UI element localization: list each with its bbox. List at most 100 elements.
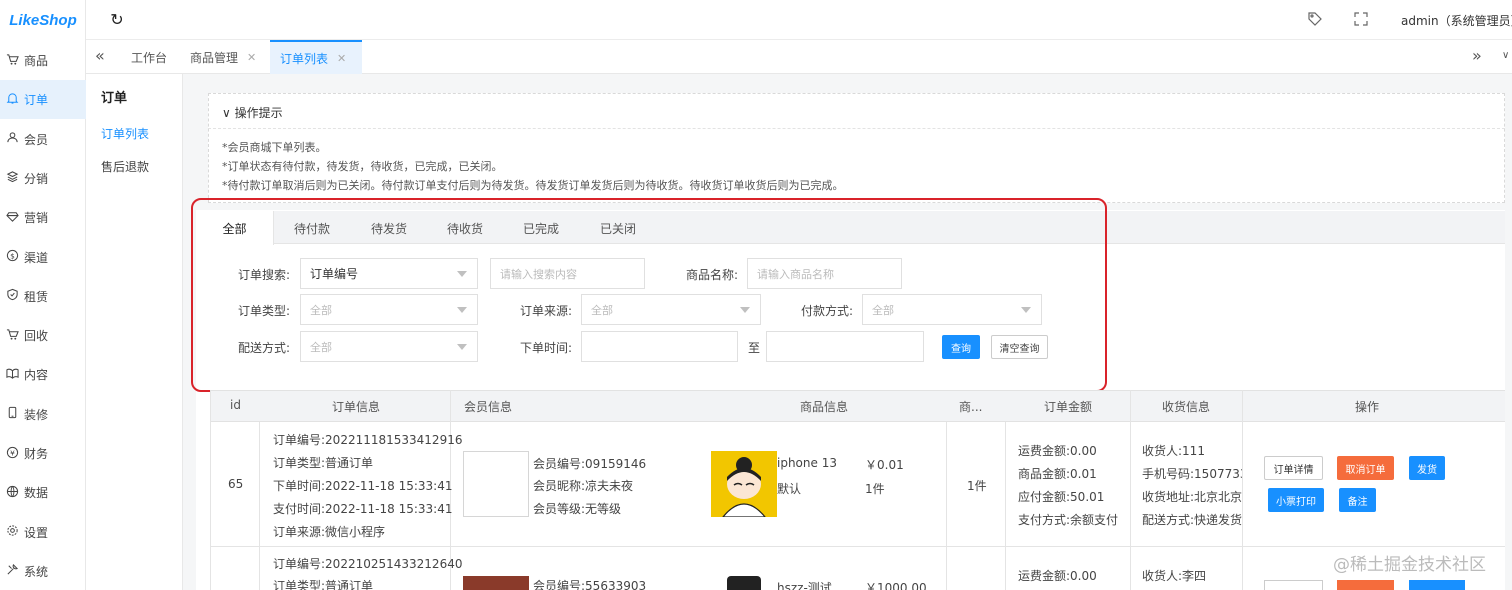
member-info-line: 会员编号:09159146 bbox=[533, 457, 647, 471]
tips-title: 操作提示 bbox=[234, 106, 283, 120]
bell-icon bbox=[6, 92, 24, 108]
fullscreen-icon[interactable] bbox=[1354, 12, 1368, 26]
close-icon[interactable]: ✕ bbox=[337, 52, 346, 65]
table-border bbox=[210, 390, 211, 590]
delivery-select[interactable]: 全部 bbox=[300, 331, 478, 362]
scroll-left-icon[interactable]: « bbox=[95, 46, 105, 65]
table-border bbox=[1242, 390, 1243, 590]
sub-nav-refunds[interactable]: 售后退款 bbox=[101, 158, 149, 175]
caret-down-icon bbox=[457, 271, 467, 277]
page-tab-dashboard[interactable]: 工作台 bbox=[121, 40, 177, 74]
sidebar-item-label: 租赁 bbox=[24, 289, 49, 304]
member-avatar bbox=[463, 451, 529, 517]
order-time-end-input[interactable] bbox=[766, 331, 924, 362]
sidebar-item[interactable]: 营销 bbox=[0, 198, 86, 237]
order-info-line: 下单时间:2022-11-18 15:33:41 bbox=[273, 479, 453, 493]
chevron-down-icon[interactable]: ∨ bbox=[1502, 50, 1509, 61]
page-tab-orders[interactable]: 订单列表 ✕ bbox=[270, 40, 362, 74]
product-name-input[interactable]: 请输入商品名称 bbox=[747, 258, 902, 289]
caret-down-icon bbox=[457, 307, 467, 313]
close-icon[interactable]: ✕ bbox=[247, 51, 256, 64]
to-label: 至 bbox=[748, 341, 761, 355]
sidebar-item[interactable]: 设置 bbox=[0, 513, 86, 552]
product-price: ￥1000.00 bbox=[865, 581, 927, 590]
order-detail-button[interactable] bbox=[1264, 580, 1323, 590]
pay-method-select[interactable]: 全部 bbox=[862, 294, 1042, 325]
order-info-line: 订单类型:普通订单 bbox=[273, 456, 374, 470]
tip-line: *订单状态有待付款，待发货，待收货，已完成，已关闭。 bbox=[222, 160, 503, 173]
scroll-right-icon[interactable]: » bbox=[1472, 46, 1482, 65]
sidebar-item[interactable]: 数据 bbox=[0, 473, 86, 512]
svg-text:¥: ¥ bbox=[10, 448, 15, 457]
status-tab-to-receive[interactable]: 待收货 bbox=[428, 211, 502, 245]
order-search-input[interactable]: 请输入搜索内容 bbox=[490, 258, 645, 289]
select-value: 全部 bbox=[310, 303, 332, 317]
app-logo[interactable]: LikeShop bbox=[0, 0, 86, 40]
sidebar-item[interactable]: 分销 bbox=[0, 159, 86, 198]
page-tab-label: 订单列表 bbox=[280, 51, 329, 66]
tip-line: *会员商城下单列表。 bbox=[222, 141, 327, 154]
refresh-icon[interactable]: ↻ bbox=[108, 11, 126, 29]
sidebar-item[interactable]: 装修 bbox=[0, 395, 86, 434]
table-row-divider bbox=[210, 546, 1505, 547]
sidebar-item-label: 渠道 bbox=[24, 250, 49, 265]
receiver-line: 收货地址:北京北京市 bbox=[1142, 490, 1242, 504]
tips-header[interactable]: ∨ 操作提示 bbox=[222, 104, 283, 121]
sidebar-item[interactable]: 会员 bbox=[0, 120, 86, 159]
product-qty: 1件 bbox=[865, 482, 885, 496]
sidebar-item[interactable]: 商品 bbox=[0, 41, 86, 80]
order-type-select[interactable]: 全部 bbox=[300, 294, 478, 325]
product-price: ￥0.01 bbox=[865, 458, 904, 472]
status-tab-closed[interactable]: 已关闭 bbox=[580, 211, 656, 245]
clear-query-button[interactable]: 清空查询 bbox=[991, 335, 1048, 359]
sidebar-item[interactable]: 内容 bbox=[0, 355, 86, 394]
tag-icon[interactable] bbox=[1307, 11, 1323, 27]
sidebar-item[interactable]: 订单 bbox=[0, 80, 86, 120]
print-receipt-button[interactable] bbox=[1409, 580, 1465, 590]
sidebar-item[interactable]: ¥ 财务 bbox=[0, 434, 86, 473]
sub-nav-order-list[interactable]: 订单列表 bbox=[101, 125, 149, 142]
order-source-select[interactable]: 全部 bbox=[581, 294, 761, 325]
order-detail-button[interactable]: 订单详情 bbox=[1264, 456, 1323, 480]
quantity: 1件 bbox=[967, 479, 987, 493]
sidebar-item[interactable]: $ 渠道 bbox=[0, 238, 86, 277]
page-tab-goods[interactable]: 商品管理 ✕ bbox=[180, 40, 266, 74]
caret-down-icon bbox=[1021, 307, 1031, 313]
remark-button[interactable]: 备注 bbox=[1339, 488, 1376, 512]
status-tab-unpaid[interactable]: 待付款 bbox=[274, 211, 350, 245]
column-header-receiver: 收货信息 bbox=[1162, 400, 1211, 414]
page-tab-label: 工作台 bbox=[131, 50, 168, 65]
order-search-field-select[interactable]: 订单编号 bbox=[300, 258, 478, 289]
table-header bbox=[210, 390, 1505, 422]
sidebar-item[interactable]: 回收 bbox=[0, 316, 86, 355]
cancel-order-button[interactable] bbox=[1337, 580, 1394, 590]
sidebar-item-label: 会员 bbox=[24, 132, 49, 147]
svg-text:$: $ bbox=[10, 251, 15, 260]
ship-button[interactable]: 发货 bbox=[1409, 456, 1445, 480]
cancel-order-button[interactable]: 取消订单 bbox=[1337, 456, 1394, 480]
order-time-label: 下单时间: bbox=[520, 341, 573, 355]
sidebar-item-label: 装修 bbox=[24, 407, 49, 422]
sidebar-item-label: 设置 bbox=[24, 525, 49, 540]
user-menu[interactable]: admin（系统管理员） bbox=[1401, 12, 1512, 29]
query-button[interactable]: 查询 bbox=[942, 335, 980, 359]
top-bar bbox=[86, 0, 1512, 40]
sidebar-item-label: 内容 bbox=[24, 368, 49, 383]
sidebar-item-label: 财务 bbox=[24, 447, 49, 461]
diamond-icon bbox=[6, 210, 24, 226]
status-tab-to-ship[interactable]: 待发货 bbox=[350, 211, 428, 245]
select-value: 订单编号 bbox=[310, 267, 359, 281]
sidebar-item[interactable]: 租赁 bbox=[0, 277, 86, 316]
status-tab-completed[interactable]: 已完成 bbox=[502, 211, 580, 245]
order-time-start-input[interactable] bbox=[581, 331, 738, 362]
amount-line: 运费金额:0.00 bbox=[1018, 444, 1097, 458]
cart-icon bbox=[6, 328, 24, 344]
table-border bbox=[259, 422, 260, 590]
amount-line: 商品金额:0.01 bbox=[1018, 467, 1097, 481]
print-receipt-button[interactable]: 小票打印 bbox=[1268, 488, 1324, 512]
sidebar-item-label: 商品 bbox=[24, 54, 49, 68]
status-tab-all[interactable]: 全部 bbox=[196, 211, 274, 245]
sidebar-item-label: 营销 bbox=[24, 211, 49, 226]
sidebar-item[interactable]: 系统 bbox=[0, 552, 86, 590]
member-info-line: 会员昵称:凉夫未夜 bbox=[533, 479, 634, 493]
